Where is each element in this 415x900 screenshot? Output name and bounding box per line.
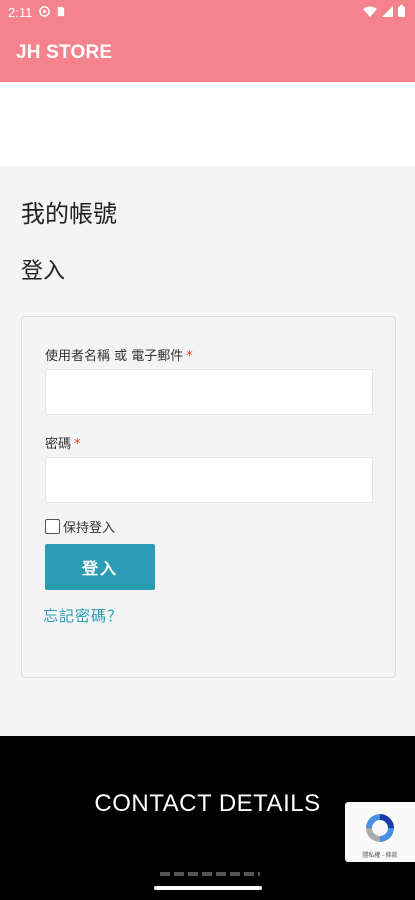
username-label-text: 使用者名稱 或 電子郵件 xyxy=(45,349,184,364)
app-bar: JH STORE xyxy=(0,26,415,82)
sync-icon xyxy=(39,6,50,17)
password-label: 密碼 * xyxy=(45,433,81,452)
footer-partial-text xyxy=(160,872,260,876)
login-form: 使用者名稱 或 電子郵件 * 密碼 * 保持登入 登入 忘記密碼？ xyxy=(21,316,396,678)
cellular-signal-icon xyxy=(382,5,393,17)
recaptcha-text: 隱私權 - 條款 xyxy=(362,853,398,859)
remember-label: 保持登入 xyxy=(63,521,116,536)
password-label-text: 密碼 xyxy=(45,437,72,452)
required-mark: * xyxy=(74,437,81,452)
remember-checkbox[interactable] xyxy=(45,519,60,534)
recaptcha-icon xyxy=(366,814,394,842)
header-banner xyxy=(0,82,415,166)
username-label: 使用者名稱 或 電子郵件 * xyxy=(45,345,193,364)
gesture-nav-handle[interactable] xyxy=(154,886,262,890)
forgot-password-link[interactable]: 忘記密碼？ xyxy=(43,605,123,626)
remember-me[interactable]: 保持登入 xyxy=(45,517,115,536)
status-icons xyxy=(363,5,405,17)
page-title: 我的帳號 xyxy=(21,200,117,228)
section-title: 登入 xyxy=(21,259,66,284)
password-input[interactable] xyxy=(45,457,373,503)
required-mark: * xyxy=(186,349,193,364)
app-title: JH STORE xyxy=(16,42,113,63)
wifi-icon xyxy=(363,6,377,17)
battery-icon xyxy=(398,5,405,17)
sim-card-icon xyxy=(57,6,65,17)
username-input[interactable] xyxy=(45,369,373,415)
status-time: 2:11 xyxy=(8,5,33,20)
login-button[interactable]: 登入 xyxy=(45,544,155,590)
recaptcha-badge[interactable]: 隱私權 - 條款 xyxy=(345,802,415,862)
status-bar: 2:11 xyxy=(0,0,415,26)
